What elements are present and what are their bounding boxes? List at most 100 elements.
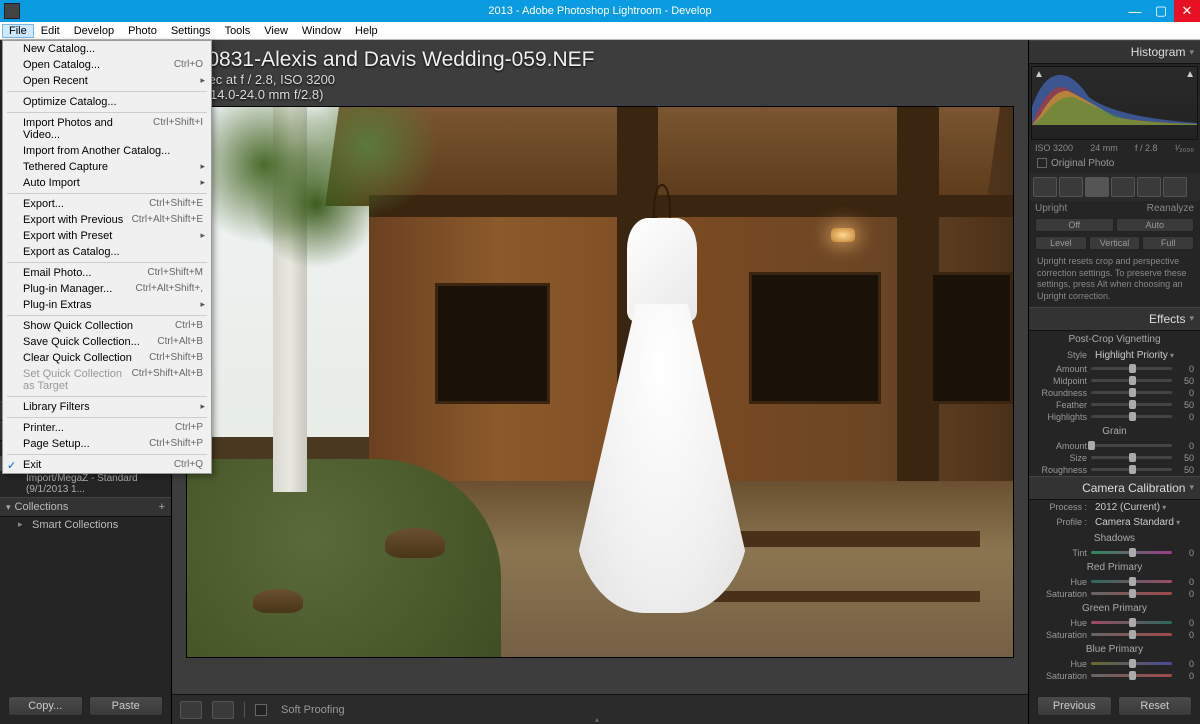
menuitem-plug-in-manager[interactable]: Plug-in Manager...Ctrl+Alt+Shift+, [3,281,211,297]
photo-preview[interactable] [186,106,1014,658]
panel-resize-handle[interactable] [585,719,615,723]
slider-amount[interactable]: Amount0 [1029,363,1200,375]
chevron-down-icon: ▾ [1189,47,1194,58]
label: Original Photo [1051,158,1114,169]
previous-button[interactable]: Previous [1037,696,1112,716]
grad-filter-icon[interactable] [1111,177,1135,197]
menuitem-export-as-catalog[interactable]: Export as Catalog... [3,244,211,260]
menuitem-show-quick-collection[interactable]: Show Quick CollectionCtrl+B [3,318,211,334]
menuitem-optimize-catalog[interactable]: Optimize Catalog... [3,94,211,110]
menu-file[interactable]: File [2,24,34,38]
slider-roughness[interactable]: Roughness50 [1029,464,1200,476]
close-button[interactable]: ✕ [1174,0,1200,22]
history-item[interactable]: Import/MegaZ - Standard (9/1/2013 1... [0,471,171,497]
menuitem-new-catalog[interactable]: New Catalog... [3,41,211,57]
photo-info: 130831-Alexis and Davis Wedding-059.NEF … [172,40,1028,106]
brush-tool-icon[interactable] [1163,177,1187,197]
copy-button[interactable]: Copy... [8,696,83,716]
slider-midpoint[interactable]: Midpoint50 [1029,375,1200,387]
loupe-view-icon[interactable] [180,701,202,719]
menuitem-open-catalog[interactable]: Open Catalog...Ctrl+O [3,57,211,73]
slider-hue[interactable]: Hue0 [1029,658,1200,670]
menuitem-auto-import[interactable]: Auto Import [3,175,211,191]
upright-full[interactable]: Full [1142,236,1194,250]
paste-button[interactable]: Paste [89,696,164,716]
slider-highlights[interactable]: Highlights0 [1029,411,1200,423]
menuitem-import-from-another-catalog[interactable]: Import from Another Catalog... [3,143,211,159]
green-subhead: Green Primary [1029,600,1200,617]
menuitem-plug-in-extras[interactable]: Plug-in Extras [3,297,211,313]
slider-amount[interactable]: Amount0 [1029,440,1200,452]
collections-section[interactable]: ▾ Collections + [0,497,171,517]
crop-tool-icon[interactable] [1033,177,1057,197]
menuitem-tethered-capture[interactable]: Tethered Capture [3,159,211,175]
menuitem-printer[interactable]: Printer...Ctrl+P [3,420,211,436]
dropdown[interactable]: 2012 (Current) [1095,502,1166,513]
vignette-subhead: Post-Crop Vignetting [1029,331,1200,348]
before-after-icon[interactable] [212,701,234,719]
slider-feather[interactable]: Feather50 [1029,399,1200,411]
upright-vertical[interactable]: Vertical [1089,236,1141,250]
softproof-checkbox[interactable] [255,704,267,716]
menuitem-export-with-preset[interactable]: Export with Preset [3,228,211,244]
upright-level[interactable]: Level [1035,236,1087,250]
menu-help[interactable]: Help [348,24,385,38]
slider-saturation[interactable]: Saturation0 [1029,588,1200,600]
reset-button[interactable]: Reset [1118,696,1193,716]
menuitem-exit[interactable]: ExitCtrl+Q [3,457,211,473]
add-icon[interactable]: + [159,501,165,513]
menu-photo[interactable]: Photo [121,24,164,38]
softproof-label: Soft Proofing [281,704,345,716]
clip-right-icon[interactable]: ▲ [1185,69,1195,80]
histo-stat: f / 2.8 [1135,143,1158,153]
menu-view[interactable]: View [257,24,295,38]
vignette-style[interactable]: StyleHighlight Priority [1029,348,1200,363]
effects-header[interactable]: Effects▾ [1029,307,1200,331]
upright-off[interactable]: Off [1035,218,1114,232]
menuitem-library-filters[interactable]: Library Filters [3,399,211,415]
wedding-dress [575,184,748,613]
radial-filter-icon[interactable] [1137,177,1161,197]
menuitem-export-with-previous[interactable]: Export with PreviousCtrl+Alt+Shift+E [3,212,211,228]
shadows-subhead: Shadows [1029,530,1200,547]
menuitem-save-quick-collection[interactable]: Save Quick Collection...Ctrl+Alt+B [3,334,211,350]
clip-left-icon[interactable]: ▲ [1034,69,1044,80]
slider-roundness[interactable]: Roundness0 [1029,387,1200,399]
histogram[interactable]: ▲ ▲ [1031,66,1198,140]
smart-collections[interactable]: Smart Collections [0,517,171,533]
histo-stat: 24 mm [1090,143,1118,153]
calibration-header[interactable]: Camera Calibration▾ [1029,476,1200,500]
slider-size[interactable]: Size50 [1029,452,1200,464]
spot-tool-icon[interactable] [1059,177,1083,197]
slider-saturation[interactable]: Saturation0 [1029,670,1200,682]
menu-edit[interactable]: Edit [34,24,67,38]
reanalyze-button[interactable]: Reanalyze [1147,203,1194,214]
camera-profile[interactable]: Profile :Camera Standard [1029,515,1200,530]
histogram-header[interactable]: Histogram▾ [1029,40,1200,64]
menuitem-export[interactable]: Export...Ctrl+Shift+E [3,196,211,212]
slider-tint[interactable]: Tint0 [1029,547,1200,559]
slider-hue[interactable]: Hue0 [1029,576,1200,588]
label: Upright [1035,203,1147,214]
slider-saturation[interactable]: Saturation0 [1029,629,1200,641]
menuitem-import-photos-and-video[interactable]: Import Photos and Video...Ctrl+Shift+I [3,115,211,143]
slider-hue[interactable]: Hue0 [1029,617,1200,629]
menuitem-clear-quick-collection[interactable]: Clear Quick CollectionCtrl+Shift+B [3,350,211,366]
menuitem-email-photo[interactable]: Email Photo...Ctrl+Shift+M [3,265,211,281]
menu-develop[interactable]: Develop [67,24,121,38]
redeye-tool-icon[interactable] [1085,177,1109,197]
process-version[interactable]: Process :2012 (Current) [1029,500,1200,515]
menu-window[interactable]: Window [295,24,348,38]
menu-tools[interactable]: Tools [218,24,258,38]
original-photo-toggle[interactable]: Original Photo [1029,154,1200,173]
lens-meta: nm (14.0-24.0 mm f/2.8) [184,87,1016,102]
minimize-button[interactable]: — [1122,0,1148,22]
dropdown[interactable]: Camera Standard [1095,517,1180,528]
maximize-button[interactable]: ▢ [1148,0,1174,22]
dropdown[interactable]: Highlight Priority [1095,350,1174,361]
menu-settings[interactable]: Settings [164,24,218,38]
menuitem-open-recent[interactable]: Open Recent [3,73,211,89]
upright-auto[interactable]: Auto [1116,218,1195,232]
menuitem-page-setup[interactable]: Page Setup...Ctrl+Shift+P [3,436,211,452]
chevron-down-icon: ▾ [1189,313,1194,324]
